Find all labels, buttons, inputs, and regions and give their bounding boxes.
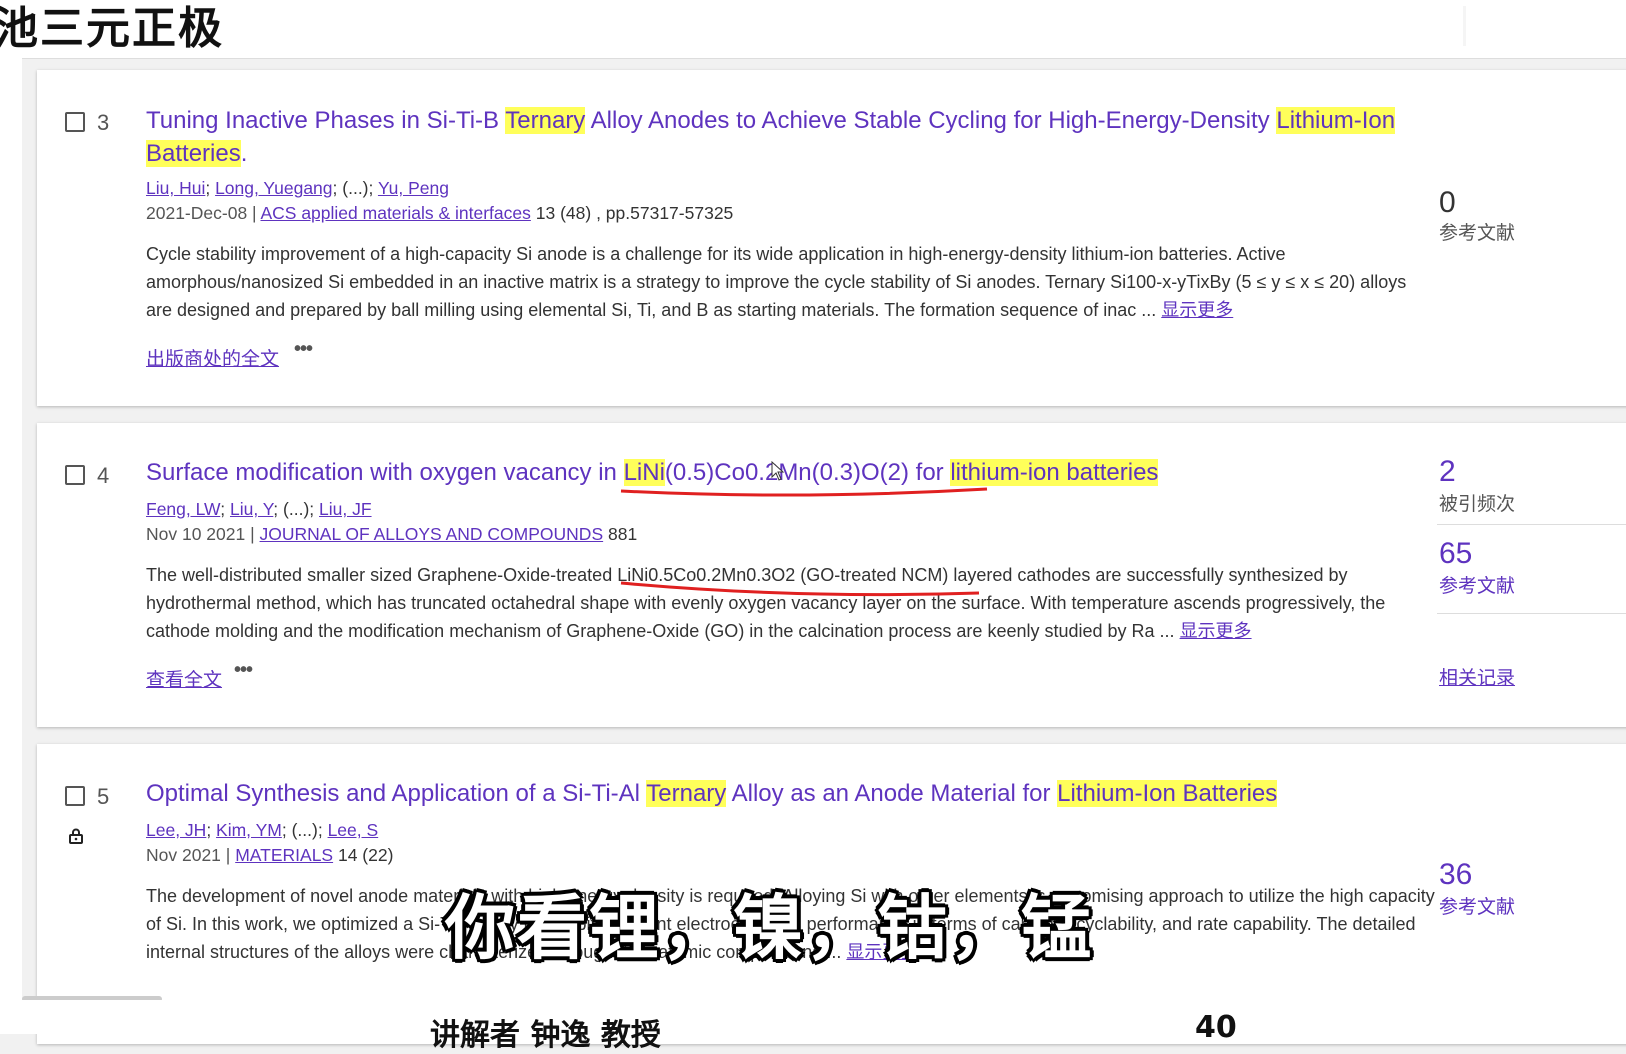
author-link[interactable]: Long, Yuegang — [215, 178, 332, 198]
author-ellipsis: (...) — [291, 820, 318, 840]
pub-date: Nov 10 2021 — [146, 524, 246, 544]
author-link[interactable]: Kim, YM — [216, 820, 282, 840]
highlighted-term: LiNi — [623, 459, 665, 486]
author-link[interactable]: Liu, JF — [319, 499, 372, 519]
title-text: . — [240, 140, 248, 167]
bottom-number: 40 — [1195, 1010, 1237, 1045]
author-ellipsis: (...) — [283, 499, 310, 519]
title-text: Alloy as an Anode Material for — [726, 780, 1058, 807]
source-line: Nov 10 2021 | JOURNAL OF ALLOYS AND COMP… — [146, 524, 638, 544]
source-line: Nov 2021 | MATERIALS 14 (22) — [146, 845, 394, 865]
more-options-icon[interactable]: ••• — [294, 338, 313, 361]
pub-date: Nov 2021 — [146, 845, 221, 865]
author-link[interactable]: Lee, S — [328, 820, 379, 840]
author-list: Feng, LW; Liu, Y; (...); Liu, JF — [146, 499, 372, 519]
lock-icon — [69, 828, 83, 844]
author-link[interactable]: Liu, Y — [230, 499, 273, 519]
show-more-link[interactable]: 显示更多 — [1180, 621, 1252, 641]
record-index: 4 — [97, 463, 110, 488]
select-checkbox[interactable] — [65, 465, 85, 485]
journal-link[interactable]: MATERIALS — [235, 845, 333, 865]
highlighted-term: Ternary — [646, 780, 727, 807]
record-title-link[interactable]: Surface modification with oxygen vacancy… — [146, 456, 1436, 489]
volume-info: 14 (22) — [337, 845, 394, 865]
journal-link[interactable]: JOURNAL OF ALLOYS AND COMPOUNDS — [260, 524, 604, 544]
citation-label: 被引频次 — [1439, 494, 1516, 515]
record-index: 3 — [97, 110, 110, 135]
bottom-caption: 讲解者 钟逸 教授 — [430, 1018, 661, 1053]
title-text: Optimal Synthesis and Application of a S… — [146, 780, 647, 807]
highlighted-term: Ternary — [505, 107, 586, 134]
author-list: Liu, Hui; Long, Yuegang; (...); Yu, Peng — [146, 178, 449, 198]
author-ellipsis: (...) — [342, 178, 369, 198]
author-link[interactable]: Lee, JH — [146, 820, 206, 840]
metric-divider — [1437, 524, 1626, 525]
volume-info: 13 (48) , pp.57317-57325 — [535, 203, 734, 223]
video-bottom-band — [0, 1000, 1626, 1034]
abstract: The well-distributed smaller sized Graph… — [146, 561, 1436, 645]
metric-divider — [1437, 613, 1626, 614]
result-card-3: 3 Tuning Inactive Phases in Si-Ti-B Tern… — [37, 70, 1626, 406]
journal-link[interactable]: ACS applied materials & interfaces — [260, 203, 530, 223]
highlighted-term: lithium-ion batteries — [950, 459, 1159, 486]
mouse-cursor-icon — [771, 461, 785, 481]
reference-label: 参考文献 — [1439, 223, 1516, 244]
citation-count-link[interactable]: 2 — [1439, 455, 1456, 489]
author-link[interactable]: Yu, Peng — [378, 178, 449, 198]
highlighted-term: Lithium-Ion Batteries — [1057, 780, 1278, 807]
author-link[interactable]: Feng, LW — [146, 499, 220, 519]
reference-label[interactable]: 参考文献 — [1439, 896, 1515, 920]
select-checkbox[interactable] — [65, 786, 85, 806]
volume-info: 881 — [608, 524, 638, 544]
header-title-fragment: 池三元正极 — [0, 3, 224, 54]
reference-count-link[interactable]: 65 — [1439, 537, 1472, 571]
abstract: Cycle stability improvement of a high-ca… — [146, 240, 1436, 324]
top-bar: 池三元正极 — [0, 0, 1626, 59]
view-fulltext-link[interactable]: 查看全文 — [146, 670, 222, 691]
left-margin — [0, 58, 22, 1034]
pub-date: 2021-Dec-08 — [146, 203, 248, 223]
title-text: (0.5)Co0.2Mn(0.3)O(2) for — [664, 459, 951, 486]
author-list: Lee, JH; Kim, YM; (...); Lee, S — [146, 820, 379, 840]
red-annotation-underlines — [620, 487, 988, 597]
source-line: 2021-Dec-08 | ACS applied materials & in… — [146, 203, 734, 223]
reference-count: 0 — [1439, 186, 1456, 219]
select-checkbox[interactable] — [65, 112, 85, 132]
video-subtitle: 你看锂，镍，钴，锰 — [445, 887, 1093, 969]
author-link[interactable]: Liu, Hui — [146, 178, 205, 198]
result-card-4: 4 Surface modification with oxygen vacan… — [37, 423, 1626, 727]
title-text: Alloy Anodes to Achieve Stable Cycling f… — [585, 107, 1277, 134]
logo-watermark — [1463, 6, 1586, 46]
reference-count-link[interactable]: 36 — [1439, 858, 1472, 892]
title-text: Surface modification with oxygen vacancy… — [146, 459, 624, 486]
record-title-link[interactable]: Optimal Synthesis and Application of a S… — [146, 777, 1436, 810]
reference-label[interactable]: 参考文献 — [1439, 575, 1515, 599]
record-index: 5 — [97, 784, 110, 809]
related-records-link[interactable]: 相关记录 — [1439, 663, 1515, 690]
show-more-link[interactable]: 显示更多 — [1161, 300, 1233, 320]
publisher-fulltext-link[interactable]: 出版商处的全文 — [146, 349, 279, 370]
record-title-link[interactable]: Tuning Inactive Phases in Si-Ti-B Ternar… — [146, 104, 1436, 170]
title-text: Tuning Inactive Phases in Si-Ti-B — [146, 107, 506, 134]
more-options-icon[interactable]: ••• — [234, 659, 253, 682]
